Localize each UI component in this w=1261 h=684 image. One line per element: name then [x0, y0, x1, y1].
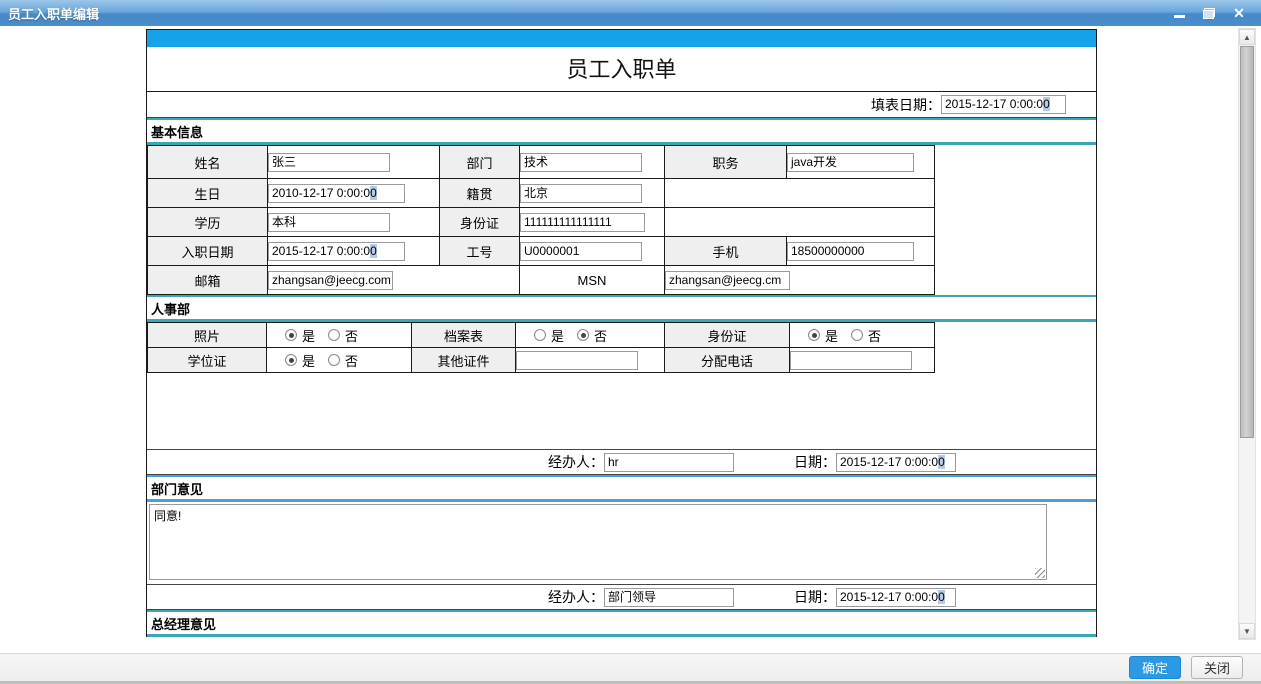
hr-handler-row: 经办人： hr 日期： 2015-12-17 0:00:00	[147, 449, 1096, 475]
photo-yes-label: 是	[302, 326, 315, 345]
dept-date-input[interactable]: 2015-12-17 0:00:00	[836, 588, 956, 607]
dept-handler-row: 经办人： 部门领导 日期： 2015-12-17 0:00:00	[147, 584, 1096, 610]
id-cert-yes-label: 是	[825, 326, 838, 345]
name-input[interactable]: 张三	[268, 153, 390, 172]
other-cert-input[interactable]	[516, 351, 638, 370]
msn-label: MSN	[520, 266, 665, 295]
fill-date-row: 填表日期： 2015-12-17 0:00:00	[147, 92, 1096, 118]
hometown-input[interactable]: 北京	[520, 184, 642, 203]
archive-label: 档案表	[412, 323, 516, 348]
scrollbar-thumb[interactable]	[1240, 46, 1254, 438]
scroll-down-icon[interactable]: ▼	[1239, 623, 1255, 639]
vertical-scrollbar[interactable]: ▲ ▼	[1238, 28, 1256, 640]
dept-label: 部门	[440, 146, 520, 179]
scroll-up-icon[interactable]: ▲	[1239, 29, 1255, 45]
other-cert-label: 其他证件	[412, 348, 516, 373]
degree-cert-label: 学位证	[148, 348, 267, 373]
fill-date-input[interactable]: 2015-12-17 0:00:00	[941, 95, 1066, 114]
archive-no-label: 否	[594, 326, 607, 345]
photo-no-radio[interactable]	[328, 329, 340, 341]
basic-info-table: 姓名 张三 部门 技术 职务 java开发 生日 2010-12-17 0:00…	[147, 145, 935, 295]
photo-label: 照片	[148, 323, 267, 348]
dept-opinion-textarea[interactable]: 同意!	[149, 504, 1047, 580]
birthday-label: 生日	[148, 179, 268, 208]
window-titlebar: 员工入职单编辑 ✕	[0, 0, 1261, 26]
msn-input[interactable]: zhangsan@jeecg.cm	[665, 271, 790, 290]
hr-notes-area	[147, 373, 1096, 449]
onboarding-form: 员工入职单 填表日期： 2015-12-17 0:00:00 基本信息 姓名 张…	[146, 29, 1097, 637]
hr-date-input[interactable]: 2015-12-17 0:00:00	[836, 453, 956, 472]
birthday-input[interactable]: 2010-12-17 0:00:00	[268, 184, 405, 203]
resize-grip-icon[interactable]	[1035, 568, 1045, 578]
degree-cert-no-radio[interactable]	[328, 354, 340, 366]
dialog-content: 员工入职单 填表日期： 2015-12-17 0:00:00 基本信息 姓名 张…	[0, 26, 1261, 653]
name-label: 姓名	[148, 146, 268, 179]
hr-handler-label: 经办人：	[548, 452, 604, 472]
window-title: 员工入职单编辑	[8, 4, 99, 23]
fill-date-label: 填表日期：	[871, 95, 941, 115]
archive-yes-radio[interactable]	[534, 329, 546, 341]
photo-no-label: 否	[345, 326, 358, 345]
id-card-input[interactable]: 111111111111111	[520, 213, 645, 232]
education-input[interactable]: 本科	[268, 213, 390, 232]
email-input[interactable]: zhangsan@jeecg.com	[268, 271, 393, 290]
dept-opinion-wrap: 同意!	[147, 502, 1096, 584]
archive-no-radio[interactable]	[577, 329, 589, 341]
minimize-button[interactable]	[1171, 5, 1187, 21]
hr-checklist-table: 照片 是 否 档案表 是 否 身份证 是 否 学位证 是	[147, 322, 935, 373]
form-header-bar	[147, 29, 1096, 47]
dept-opinion-text: 同意!	[154, 509, 181, 523]
dept-handler-label: 经办人：	[548, 587, 604, 607]
id-cert-yes-radio[interactable]	[808, 329, 820, 341]
mobile-input[interactable]: 18500000000	[787, 242, 914, 261]
id-card-label: 身份证	[440, 208, 520, 237]
window-controls: ✕	[1171, 5, 1253, 21]
photo-yes-radio[interactable]	[285, 329, 297, 341]
dept-input[interactable]: 技术	[520, 153, 642, 172]
close-dialog-button[interactable]: 关闭	[1191, 656, 1243, 679]
email-label: 邮箱	[148, 266, 268, 295]
id-cert-no-label: 否	[868, 326, 881, 345]
degree-cert-yes-label: 是	[302, 351, 315, 370]
position-label: 职务	[665, 146, 787, 179]
restore-button[interactable]	[1201, 5, 1217, 21]
assigned-phone-input[interactable]	[790, 351, 912, 370]
hire-date-input[interactable]: 2015-12-17 0:00:00	[268, 242, 405, 261]
education-label: 学历	[148, 208, 268, 237]
ok-button[interactable]: 确定	[1129, 656, 1181, 679]
id-cert-no-radio[interactable]	[851, 329, 863, 341]
section-header-dept-opinion: 部门意见	[147, 475, 1096, 502]
position-input[interactable]: java开发	[787, 153, 914, 172]
hire-date-label: 入职日期	[148, 237, 268, 266]
section-header-basic-info: 基本信息	[147, 118, 1096, 145]
section-header-gm-opinion: 总经理意见	[147, 610, 1096, 637]
mobile-label: 手机	[665, 237, 787, 266]
form-title: 员工入职单	[147, 47, 1096, 92]
minimize-icon	[1174, 15, 1185, 18]
archive-yes-label: 是	[551, 326, 564, 345]
degree-cert-no-label: 否	[345, 351, 358, 370]
id-cert-label: 身份证	[665, 323, 790, 348]
section-header-hr-dept: 人事部	[147, 295, 1096, 322]
hr-handler-input[interactable]: hr	[604, 453, 734, 472]
dept-date-label: 日期：	[794, 587, 836, 607]
dialog-footer: 确定 关闭	[0, 653, 1261, 684]
degree-cert-yes-radio[interactable]	[285, 354, 297, 366]
emp-no-label: 工号	[440, 237, 520, 266]
restore-icon	[1203, 8, 1215, 19]
hr-date-label: 日期：	[794, 452, 836, 472]
emp-no-input[interactable]: U0000001	[520, 242, 642, 261]
dept-handler-input[interactable]: 部门领导	[604, 588, 734, 607]
close-button[interactable]: ✕	[1231, 5, 1247, 21]
assigned-phone-label: 分配电话	[665, 348, 790, 373]
hometown-label: 籍贯	[440, 179, 520, 208]
